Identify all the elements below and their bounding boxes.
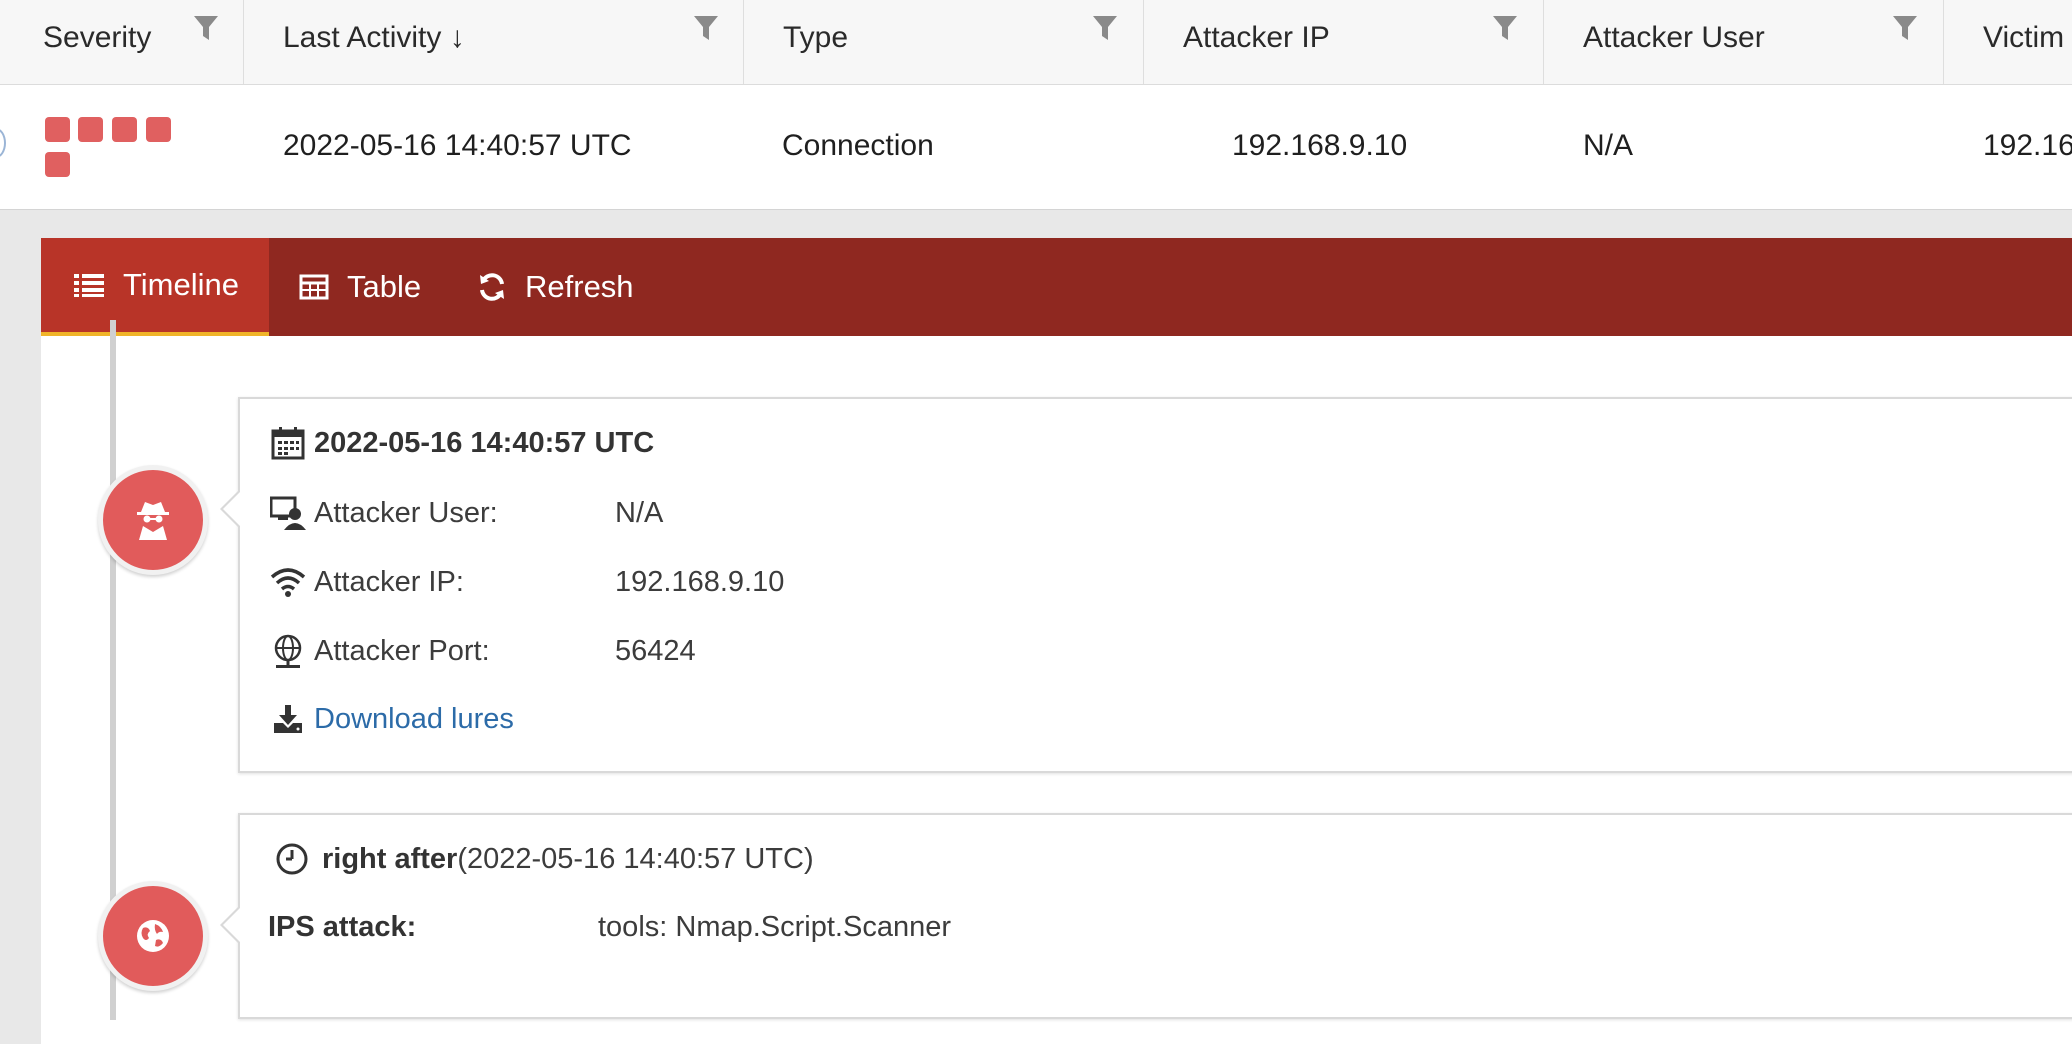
ips-attack-value: tools: Nmap.Script.Scanner <box>598 911 951 943</box>
severity-cell <box>0 85 244 209</box>
card-pointer <box>220 905 241 945</box>
tab-table-label: Table <box>347 269 422 304</box>
attacker-port-label: Attacker Port: <box>314 634 490 667</box>
event-timestamp: 2022-05-16 14:40:57 UTC <box>314 426 655 459</box>
attacker-ip-label: Attacker IP: <box>314 565 464 598</box>
table-header: Severity Last Activity ↓ Type Attacker I… <box>0 0 2072 85</box>
table-row[interactable]: 2022-05-16 14:40:57 UTC Connection 192.1… <box>0 85 2072 211</box>
download-lures-label: Download lures <box>314 702 514 735</box>
spy-icon <box>137 502 169 540</box>
victim-value: 192.16 <box>1983 129 2072 162</box>
wifi-icon <box>268 562 308 602</box>
attacker-user-row: Attacker User: <box>268 493 498 533</box>
download-icon <box>268 699 308 739</box>
filter-icon[interactable] <box>1492 14 1518 42</box>
detail-toolbar: Timeline Table Refresh <box>41 238 2072 336</box>
user-monitor-icon <box>268 493 308 533</box>
refresh-icon <box>480 273 504 301</box>
relative-time-value: (2022-05-16 14:40:57 UTC) <box>457 842 814 875</box>
attacker-port-row: Attacker Port: <box>268 631 490 671</box>
filter-icon[interactable] <box>193 14 219 42</box>
tab-timeline[interactable]: Timeline <box>41 238 269 336</box>
type-value: Connection <box>782 129 934 162</box>
table-icon <box>299 274 329 300</box>
timeline-event-card: 2022-05-16 14:40:57 UTC Attacker User: N… <box>220 397 2072 773</box>
filter-icon[interactable] <box>1892 14 1918 42</box>
download-lures-link[interactable]: Download lures <box>268 699 514 739</box>
column-label-severity: Severity <box>43 21 152 54</box>
network-globe-icon <box>268 631 308 671</box>
severity-square <box>146 117 171 142</box>
ips-attack-label: IPS attack: <box>268 911 417 943</box>
filter-icon[interactable] <box>693 14 719 42</box>
list-icon <box>74 274 104 297</box>
tab-table[interactable]: Table <box>299 238 421 336</box>
attacker-ip-row: Attacker IP: <box>268 562 464 602</box>
last-activity-value: 2022-05-16 14:40:57 UTC <box>283 129 632 162</box>
timeline-dot-ips <box>98 881 208 991</box>
globe-icon <box>137 920 169 952</box>
relative-time-row: right after (2022-05-16 14:40:57 UTC) <box>272 839 814 879</box>
attacker-ip-detail: 192.168.9.10 <box>615 566 785 598</box>
attacker-ip-value: 192.168.9.10 <box>1232 129 1408 162</box>
column-label-attacker-user: Attacker User <box>1583 21 1765 54</box>
attacker-port-detail: 56424 <box>615 635 696 667</box>
severity-square <box>78 117 103 142</box>
column-header-severity[interactable]: Severity <box>0 0 244 84</box>
column-header-attacker-user[interactable]: Attacker User <box>1544 0 1944 84</box>
column-header-last-activity[interactable]: Last Activity ↓ <box>244 0 744 84</box>
attacker-user-detail: N/A <box>615 497 664 529</box>
severity-square <box>45 152 70 177</box>
card-pointer <box>220 489 241 529</box>
severity-square <box>112 117 137 142</box>
calendar-icon <box>268 423 308 463</box>
column-header-type[interactable]: Type <box>744 0 1144 84</box>
tab-timeline-label: Timeline <box>123 267 239 302</box>
event-timestamp-row: 2022-05-16 14:40:57 UTC <box>268 423 654 463</box>
column-label-attacker-ip: Attacker IP <box>1183 21 1330 54</box>
refresh-label: Refresh <box>525 269 634 304</box>
filter-icon[interactable] <box>1092 14 1118 42</box>
column-label-type: Type <box>783 21 849 54</box>
clock-icon <box>272 839 312 879</box>
attacker-user-value: N/A <box>1583 129 1634 162</box>
severity-square <box>45 117 70 142</box>
relative-time-label: right after <box>322 842 458 875</box>
refresh-button[interactable]: Refresh <box>477 238 634 336</box>
attacker-user-label: Attacker User: <box>314 496 498 529</box>
timeline-dot-attacker <box>98 465 208 575</box>
column-header-attacker-ip[interactable]: Attacker IP <box>1144 0 1544 84</box>
column-label-last-activity: Last Activity ↓ <box>283 21 465 54</box>
column-label-victim: Victim <box>1983 21 2065 54</box>
timeline-event-card: right after (2022-05-16 14:40:57 UTC) IP… <box>220 813 2072 1019</box>
column-header-victim[interactable]: Victim <box>1944 0 2072 84</box>
